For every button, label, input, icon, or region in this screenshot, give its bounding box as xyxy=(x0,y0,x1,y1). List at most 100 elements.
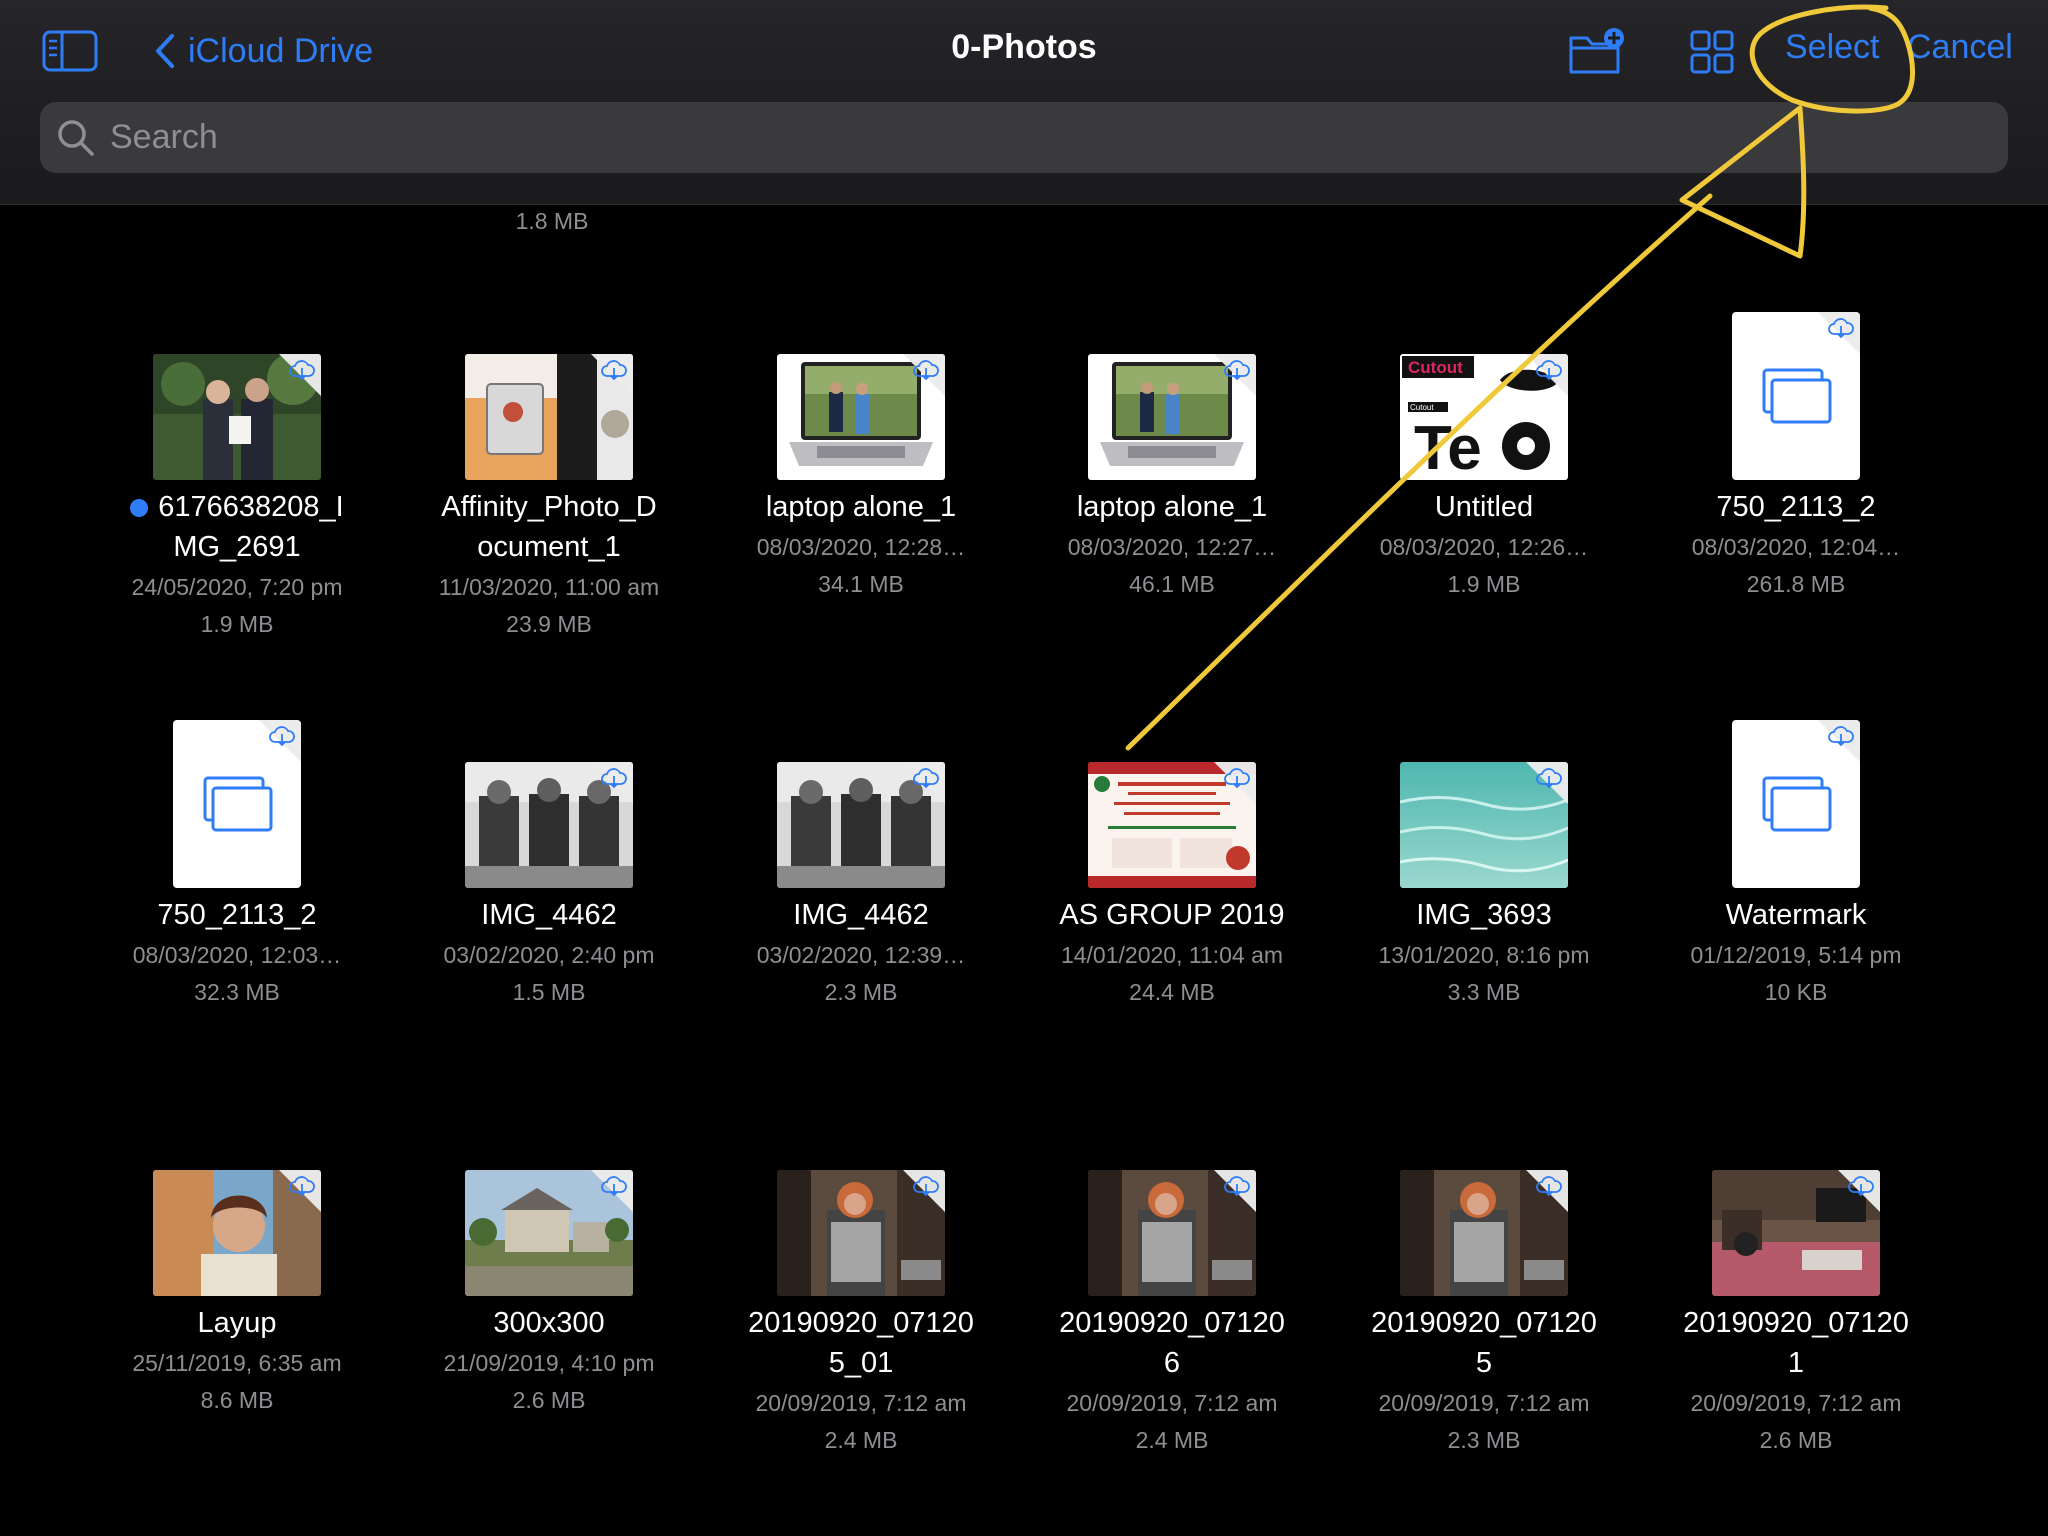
cloud-download-icon xyxy=(269,726,295,747)
partial-item-size: 1.8 MB xyxy=(515,208,589,234)
file-name-text: 6 xyxy=(1163,1347,1181,1379)
file-thumbnail xyxy=(153,1170,321,1296)
file-name: 20190920_07120 6 xyxy=(1022,1303,1322,1383)
file-name-text: ocument_1 xyxy=(477,531,621,563)
svg-text:Cutout: Cutout xyxy=(1408,358,1463,377)
cloud-download-icon xyxy=(289,360,315,381)
search-field[interactable]: Search xyxy=(40,102,2008,173)
nav-row: iCloud Drive 0-Photos Select Cancel xyxy=(0,0,2048,100)
file-name: Affinity_Photo_D ocument_1 xyxy=(399,487,699,567)
file-name-text: 6176638208_I xyxy=(158,491,344,523)
file-size: 8.6 MB xyxy=(200,1387,274,1413)
blue-tag-dot xyxy=(130,499,149,518)
file-size: 261.8 MB xyxy=(1746,571,1846,597)
file-thumbnail xyxy=(777,354,945,480)
file-name: Untitled xyxy=(1334,487,1634,527)
thumbnail-area xyxy=(1022,720,1322,888)
thumbnail-area xyxy=(1646,720,1946,888)
thumbnail-area xyxy=(399,720,699,888)
file-date: 01/12/2019, 5:14 pm xyxy=(1690,942,1902,968)
file-size: 32.3 MB xyxy=(194,979,280,1005)
file-thumbnail xyxy=(1400,762,1568,888)
file-name: 20190920_07120 5_01 xyxy=(711,1303,1011,1383)
file-thumbnail xyxy=(465,762,633,888)
cloud-download-icon xyxy=(1224,768,1250,789)
file-size: 46.1 MB xyxy=(1129,571,1215,597)
file-date: 21/09/2019, 4:10 pm xyxy=(443,1350,655,1376)
file-name: 750_2113_2 xyxy=(1646,487,1946,527)
file-name-text: IMG_3693 xyxy=(1416,899,1552,931)
document-icon xyxy=(203,776,273,832)
new-folder-button[interactable] xyxy=(1568,26,1628,76)
file-name-line: IMG_4462 xyxy=(711,895,1011,935)
file-name-text: Watermark xyxy=(1725,899,1867,931)
file-name: laptop alone_1 xyxy=(1022,487,1322,527)
thumbnail-area xyxy=(399,312,699,480)
file-size: 10 KB xyxy=(1764,979,1828,1005)
file-thumbnail xyxy=(465,1170,633,1296)
file-name-text: Untitled xyxy=(1434,491,1534,523)
file-date: 08/03/2020, 12:26… xyxy=(1379,534,1589,560)
cancel-button[interactable]: Cancel xyxy=(1907,28,2013,67)
file-date: 20/09/2019, 7:12 am xyxy=(1690,1390,1902,1416)
file-name-text: 5 xyxy=(1475,1347,1493,1379)
file-thumbnail xyxy=(153,354,321,480)
cloud-download-icon xyxy=(601,768,627,789)
file-name-line: 5_01 xyxy=(711,1343,1011,1383)
file-name-line: 20190920_07120 xyxy=(1646,1303,1946,1343)
file-thumbnail xyxy=(1732,720,1860,888)
thumbnail-area xyxy=(711,312,1011,480)
file-size: 23.9 MB xyxy=(506,611,592,637)
file-size: 2.3 MB xyxy=(1447,1427,1521,1453)
file-date: 03/02/2020, 12:39… xyxy=(756,942,966,968)
file-name: IMG_3693 xyxy=(1334,895,1634,935)
file-thumbnail xyxy=(1732,312,1860,480)
file-name-line: 1 xyxy=(1646,1343,1946,1383)
grid-icon xyxy=(1690,30,1734,74)
thumbnail-area xyxy=(1022,312,1322,480)
file-date: 11/03/2020, 11:00 am xyxy=(438,574,660,600)
cloud-download-icon xyxy=(1536,360,1562,381)
file-name-text: 20190920_07120 xyxy=(1683,1307,1909,1339)
cloud-download-icon xyxy=(601,1176,627,1197)
file-name-line: 20190920_07120 xyxy=(1022,1303,1322,1343)
file-name-text: IMG_4462 xyxy=(481,899,617,931)
file-thumbnail xyxy=(777,1170,945,1296)
file-size: 2.6 MB xyxy=(1759,1427,1833,1453)
cloud-download-icon xyxy=(1536,1176,1562,1197)
file-name-text: 300x300 xyxy=(493,1307,605,1339)
file-size: 1.9 MB xyxy=(1447,571,1521,597)
file-thumbnail xyxy=(1712,1170,1880,1296)
svg-text:Te: Te xyxy=(1414,414,1482,480)
cloud-download-icon xyxy=(1828,726,1854,747)
file-thumbnail xyxy=(1400,1170,1568,1296)
cloud-download-icon xyxy=(1828,318,1854,339)
file-name-line: 6176638208_I xyxy=(87,487,387,527)
file-name-line: IMG_3693 xyxy=(1334,895,1634,935)
file-name: 20190920_07120 5 xyxy=(1334,1303,1634,1383)
file-thumbnail xyxy=(777,762,945,888)
view-mode-button[interactable] xyxy=(1690,30,1734,74)
file-name-line: Watermark xyxy=(1646,895,1946,935)
file-date: 20/09/2019, 7:12 am xyxy=(1378,1390,1590,1416)
file-name-line: laptop alone_1 xyxy=(711,487,1011,527)
file-date: 08/03/2020, 12:03… xyxy=(132,942,342,968)
thumbnail-area xyxy=(711,720,1011,888)
file-name-line: MG_2691 xyxy=(87,527,387,567)
search-placeholder: Search xyxy=(110,118,218,156)
file-date: 08/03/2020, 12:04… xyxy=(1691,534,1901,560)
file-size: 24.4 MB xyxy=(1129,979,1215,1005)
file-size: 2.4 MB xyxy=(1135,1427,1209,1453)
file-date: 03/02/2020, 2:40 pm xyxy=(443,942,655,968)
select-button[interactable]: Select xyxy=(1785,28,1880,67)
file-name: AS GROUP 2019 xyxy=(1022,895,1322,935)
file-name-line: 300x300 xyxy=(399,1303,699,1343)
thumbnail-area xyxy=(87,720,387,888)
file-name-line: 6 xyxy=(1022,1343,1322,1383)
cloud-download-icon xyxy=(1848,1176,1874,1197)
cloud-download-icon xyxy=(913,360,939,381)
file-name: IMG_4462 xyxy=(711,895,1011,935)
file-name: Watermark xyxy=(1646,895,1946,935)
file-date: 20/09/2019, 7:12 am xyxy=(1066,1390,1278,1416)
file-name-text: laptop alone_1 xyxy=(765,491,957,523)
